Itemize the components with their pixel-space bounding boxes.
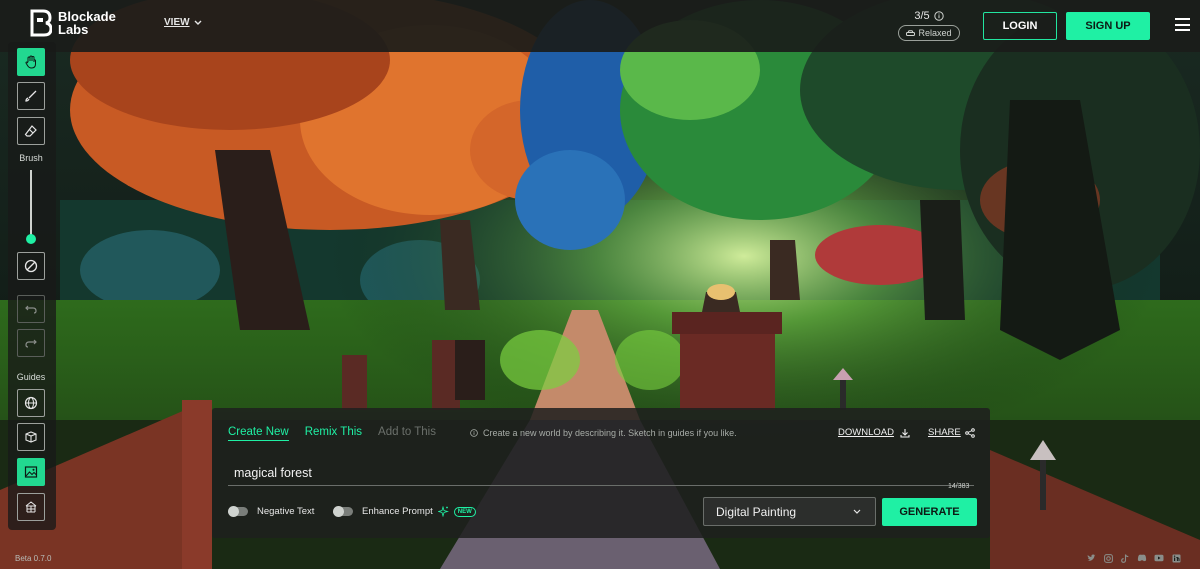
brush-size-slider[interactable] — [30, 170, 32, 242]
credits-count: 3/5 — [914, 10, 930, 22]
clear-button[interactable] — [17, 252, 45, 280]
twitter-icon[interactable] — [1086, 553, 1096, 563]
social-links — [1086, 553, 1188, 563]
tab-add-to-this[interactable]: Add to This — [378, 426, 436, 441]
chevron-down-icon — [853, 509, 861, 514]
image-icon — [24, 466, 38, 478]
redo-icon — [25, 339, 37, 348]
brush-size-label: Brush — [19, 153, 43, 163]
view-label: VIEW — [164, 17, 190, 28]
generate-button[interactable]: GENERATE — [882, 498, 977, 526]
style-select[interactable]: Digital Painting — [703, 497, 876, 526]
hamburger-menu-icon[interactable] — [1175, 18, 1190, 31]
brush-size-handle[interactable] — [26, 234, 36, 244]
generation-mode-badge: Relaxed — [898, 25, 960, 41]
negative-text-toggle[interactable] — [228, 506, 248, 517]
image-guide-button[interactable] — [17, 458, 45, 486]
credits-indicator[interactable]: 3/5 Relaxed — [898, 10, 960, 41]
info-icon — [470, 429, 478, 437]
download-icon — [900, 428, 910, 438]
brush-tool-button[interactable] — [17, 82, 45, 110]
version-label: Beta 0.7.0 — [15, 554, 52, 563]
ban-icon — [24, 259, 38, 273]
cube-guide-button[interactable] — [17, 423, 45, 451]
download-button[interactable]: DOWNLOAD — [838, 427, 910, 438]
top-bar: Blockade Labs VIEW 3/5 Relaxed LOGIN SIG… — [0, 0, 1200, 52]
mesh-icon — [25, 501, 37, 513]
view-menu-button[interactable]: VIEW — [164, 17, 202, 28]
mode-tabs: Create New Remix This Add to This — [228, 426, 452, 441]
enhance-prompt-toggle[interactable] — [333, 506, 353, 517]
tool-sidebar: Brush Guides — [8, 42, 56, 530]
prompt-panel: Create New Remix This Add to This Create… — [212, 408, 990, 538]
prompt-input[interactable] — [228, 460, 974, 486]
share-icon — [964, 427, 975, 438]
redo-button[interactable] — [17, 329, 45, 357]
undo-button[interactable] — [17, 295, 45, 323]
share-label: SHARE — [928, 427, 961, 438]
negative-text-toggle-row: Negative Text — [228, 506, 314, 517]
cube-icon — [25, 431, 37, 443]
mode-label: Relaxed — [918, 28, 952, 38]
enhance-prompt-toggle-row: Enhance Prompt NEW — [333, 506, 476, 517]
hand-icon — [25, 55, 36, 69]
brand-name: Blockade Labs — [58, 10, 116, 36]
credits-count-row: 3/5 — [898, 10, 960, 22]
style-select-value: Digital Painting — [716, 504, 797, 519]
enhance-prompt-label: Enhance Prompt — [362, 506, 433, 517]
mesh-guide-button[interactable] — [17, 493, 45, 521]
hint-text: Create a new world by describing it. Ske… — [483, 428, 737, 438]
tab-remix-this[interactable]: Remix This — [305, 426, 362, 441]
eraser-tool-button[interactable] — [17, 117, 45, 145]
share-button[interactable]: SHARE — [928, 427, 975, 438]
linkedin-icon[interactable] — [1171, 553, 1181, 563]
brand-logo[interactable]: Blockade Labs — [30, 9, 116, 37]
brand-line2: Labs — [58, 22, 89, 37]
globe-guide-button[interactable] — [17, 389, 45, 417]
download-label: DOWNLOAD — [838, 427, 894, 438]
discord-icon[interactable] — [1137, 553, 1147, 563]
eraser-icon — [24, 125, 37, 137]
youtube-icon[interactable] — [1154, 553, 1164, 563]
info-icon[interactable] — [933, 11, 944, 21]
instagram-icon[interactable] — [1103, 553, 1113, 563]
negative-text-label: Negative Text — [257, 506, 315, 517]
brush-icon — [25, 90, 37, 102]
prompt-hint: Create a new world by describing it. Ske… — [470, 428, 737, 438]
char-counter: 14/383 — [948, 483, 970, 490]
signup-button[interactable]: SIGN UP — [1066, 12, 1150, 40]
hand-tool-button[interactable] — [17, 48, 45, 76]
new-badge: NEW — [453, 506, 476, 517]
sparkle-icon — [437, 506, 449, 517]
chevron-down-icon — [194, 20, 202, 25]
tab-create-new[interactable]: Create New — [228, 426, 289, 441]
login-button[interactable]: LOGIN — [983, 12, 1057, 40]
globe-icon — [24, 396, 38, 410]
tiktok-icon[interactable] — [1120, 553, 1130, 563]
guides-label: Guides — [16, 372, 46, 382]
blockade-logo-icon — [30, 9, 52, 37]
car-icon — [906, 29, 916, 36]
undo-icon — [25, 305, 37, 314]
